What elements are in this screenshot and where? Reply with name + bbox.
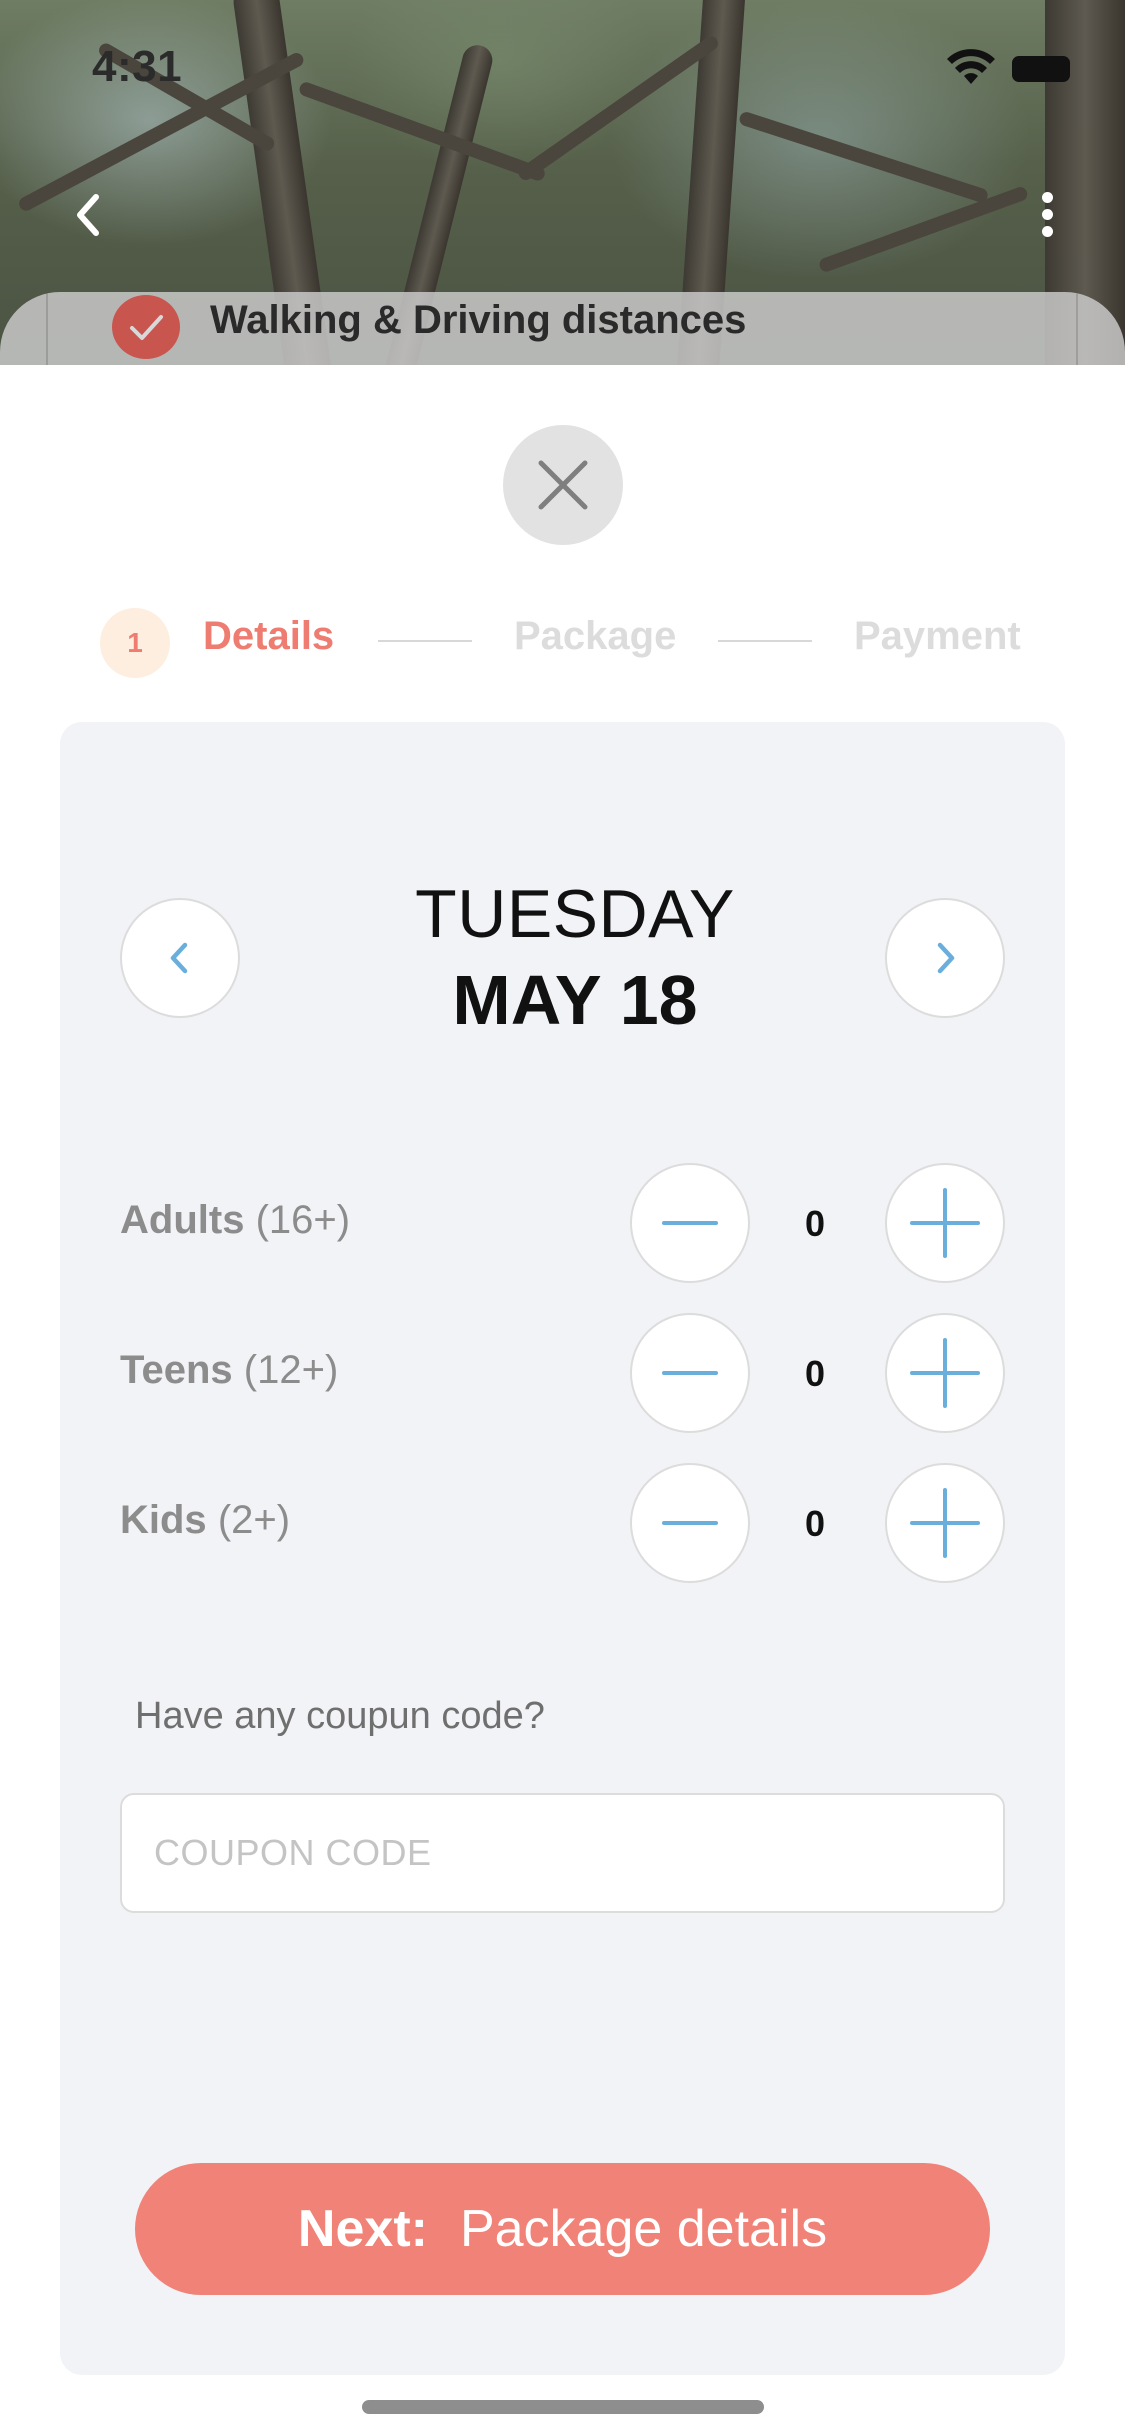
previous-day-button[interactable] xyxy=(120,898,240,1018)
next-day-button[interactable] xyxy=(885,898,1005,1018)
adults-count: 0 xyxy=(804,1203,826,1244)
guest-label-teens: Teens (12+) xyxy=(120,1348,339,1392)
minus-icon xyxy=(662,1221,718,1225)
back-button[interactable] xyxy=(60,185,120,245)
teens-count: 0 xyxy=(804,1353,826,1394)
adults-increment-button[interactable] xyxy=(885,1163,1005,1283)
chevron-right-icon xyxy=(937,942,955,974)
plus-icon xyxy=(910,1488,980,1558)
guest-label-adults: Adults (16+) xyxy=(120,1198,351,1242)
next-button-prefix: Next: xyxy=(297,2200,428,2258)
check-icon xyxy=(112,295,180,359)
step-divider xyxy=(378,640,472,642)
status-time: 4:31 xyxy=(92,42,183,91)
next-button-label: Package details xyxy=(459,2200,828,2258)
step-number: 1 xyxy=(100,608,170,678)
home-indicator[interactable] xyxy=(362,2400,764,2414)
selected-date: MAY 18 xyxy=(452,961,698,1039)
close-icon xyxy=(538,460,588,510)
coupon-prompt: Have any coupun code? xyxy=(135,1695,545,1737)
step-details: Details xyxy=(203,614,335,658)
kids-decrement-button[interactable] xyxy=(630,1463,750,1583)
plus-icon xyxy=(910,1338,980,1408)
close-button[interactable] xyxy=(503,425,623,545)
kids-increment-button[interactable] xyxy=(885,1463,1005,1583)
kids-count: 0 xyxy=(804,1503,826,1544)
next-package-details-button[interactable]: Next: Package details xyxy=(135,2163,990,2295)
feature-text: Walking & Driving distances xyxy=(210,298,747,342)
step-payment: Payment xyxy=(854,614,1021,658)
chevron-left-icon xyxy=(170,942,188,974)
wifi-icon xyxy=(947,49,995,84)
booking-stepper: 1 Details Package Payment xyxy=(0,600,1125,680)
battery-icon xyxy=(1012,56,1070,82)
teens-increment-button[interactable] xyxy=(885,1313,1005,1433)
selected-day: TUESDAY xyxy=(415,876,735,952)
step-package: Package xyxy=(514,614,677,658)
minus-icon xyxy=(662,1521,718,1525)
more-options-icon[interactable] xyxy=(1030,188,1064,248)
coupon-code-input[interactable] xyxy=(120,1793,1005,1913)
guest-label-kids: Kids (2+) xyxy=(120,1498,291,1542)
adults-decrement-button[interactable] xyxy=(630,1163,750,1283)
hero-image: 4:31 Walking & Driving distances xyxy=(0,0,1125,365)
minus-icon xyxy=(662,1371,718,1375)
step-divider xyxy=(718,640,812,642)
teens-decrement-button[interactable] xyxy=(630,1313,750,1433)
plus-icon xyxy=(910,1188,980,1258)
